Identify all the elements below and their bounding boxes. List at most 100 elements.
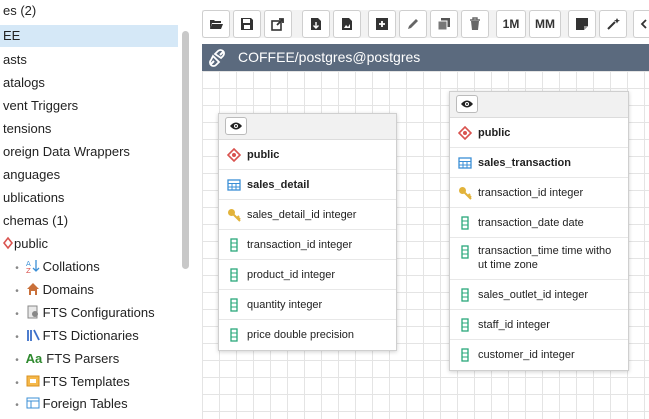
column-icon — [461, 317, 469, 332]
erd-column-label: price double precision — [247, 329, 355, 341]
erd-column-label: sales_outlet_id integer — [478, 288, 589, 301]
erd-schema-row: public — [450, 118, 628, 148]
tree-item-extensions-count[interactable]: es (2) — [3, 0, 36, 22]
tree-item-foreign-tables[interactable]: • Foreign Tables — [12, 393, 127, 415]
erd-column-label: transaction_id integer — [478, 186, 584, 199]
erd-column-row[interactable]: transaction_id integer — [219, 230, 396, 260]
tree-bullet-icon: • — [15, 378, 19, 389]
add-table-button[interactable] — [368, 10, 396, 38]
svg-text:Z: Z — [26, 267, 31, 273]
erd-table-sales-detail[interactable]: public sales_detail sales_detail_id inte… — [218, 113, 397, 351]
edit-table-button[interactable] — [399, 10, 427, 38]
download-image-icon — [342, 18, 352, 30]
delete-button[interactable] — [461, 10, 489, 38]
tree-item-casts[interactable]: asts — [3, 49, 27, 71]
save-icon — [241, 18, 253, 30]
save-as-icon — [271, 18, 284, 31]
erd-column-row[interactable]: sales_outlet_id integer — [450, 280, 628, 310]
chevron-left-icon — [640, 19, 647, 29]
erd-column-label: transaction_id integer — [247, 238, 353, 251]
tree-item-publications[interactable]: ublications — [3, 187, 64, 209]
fts-dictionary-icon — [26, 329, 40, 341]
erd-column-row[interactable]: sales_detail_id integer — [219, 200, 396, 230]
erd-schema-name: public — [478, 126, 511, 139]
tree-item-fts-parsers[interactable]: • Aa FTS Parsers — [12, 348, 119, 370]
collation-icon: AZ — [26, 260, 40, 273]
tree-bullet-icon: • — [15, 332, 19, 343]
erd-table-name-row: sales_transaction — [450, 148, 628, 178]
tree-bullet-icon: • — [15, 263, 19, 274]
erd-table-header[interactable] — [450, 92, 628, 118]
foreign-table-icon — [26, 397, 40, 409]
tree-bullet-icon: • — [15, 286, 19, 297]
erd-column-label: transaction_date date — [478, 216, 584, 229]
erd-column-row[interactable]: product_id integer — [219, 260, 396, 290]
tree-bullet-icon: • — [15, 400, 19, 411]
column-icon — [461, 245, 469, 259]
column-icon — [230, 237, 238, 252]
download-image-button[interactable] — [333, 10, 361, 38]
column-icon — [461, 348, 469, 362]
tree-item-extensions[interactable]: tensions — [3, 118, 51, 140]
erd-schema-row: public — [219, 140, 396, 170]
auto-align-button[interactable] — [599, 10, 627, 38]
erd-table-header[interactable] — [219, 114, 396, 140]
connection-title: COFFEE/postgres@postgres — [238, 49, 421, 65]
fts-template-icon — [26, 375, 40, 387]
erd-schema-name: public — [247, 148, 280, 161]
toggle-details-button[interactable] — [225, 117, 247, 135]
tree-item-collations[interactable]: • A Z Collations — [12, 256, 99, 278]
schema-icon — [458, 125, 472, 140]
magic-wand-icon — [607, 18, 620, 30]
eye-icon — [461, 100, 473, 108]
erd-column-label: customer_id integer — [478, 349, 575, 361]
tree-item-schemas[interactable]: chemas (1) — [3, 210, 68, 232]
save-as-button[interactable] — [264, 10, 292, 38]
add-note-button[interactable] — [568, 10, 596, 38]
erd-column-row[interactable]: staff_id integer — [450, 310, 628, 340]
erd-table-name-row: sales_detail — [219, 170, 396, 200]
save-button[interactable] — [233, 10, 261, 38]
erd-column-label: sales_detail_id integer — [247, 208, 357, 221]
column-icon — [461, 215, 469, 230]
fts-parser-icon: Aa — [25, 351, 43, 366]
open-file-button[interactable] — [202, 10, 230, 38]
tree-item-event-triggers[interactable]: vent Triggers — [3, 95, 78, 117]
tree-item-languages[interactable]: anguages — [3, 164, 60, 186]
erd-column-row[interactable]: transaction_id integer — [450, 178, 628, 208]
erd-table-name: sales_transaction — [478, 156, 571, 169]
erd-toolbar: 1M MM — [202, 10, 649, 38]
table-icon — [227, 178, 241, 191]
clone-table-button[interactable] — [430, 10, 458, 38]
toggle-details-button[interactable] — [456, 95, 478, 113]
tree-item-fts-dictionaries[interactable]: • FTS Dictionaries — [12, 325, 138, 347]
export-sql-button[interactable] — [302, 10, 330, 38]
note-icon — [576, 18, 588, 30]
tree-item-schema-public[interactable]: public — [3, 233, 48, 255]
erd-table-sales-transaction[interactable]: public sales_transaction transaction_id … — [449, 91, 629, 371]
tree-item-fts-configurations[interactable]: • FTS Configurations — [12, 302, 154, 324]
tree-item-database-coffee[interactable]: EE — [0, 25, 178, 47]
table-icon — [458, 156, 472, 169]
erd-column-row[interactable]: transaction_time time witho ut time zone — [450, 238, 628, 280]
erd-column-row[interactable]: customer_id integer — [450, 340, 628, 370]
add-table-icon — [376, 18, 388, 30]
column-icon — [230, 267, 238, 282]
sidebar-scrollbar[interactable] — [182, 31, 189, 269]
tree-item-domains[interactable]: • Domains — [12, 279, 94, 301]
tree-item-catalogs[interactable]: atalogs — [3, 72, 45, 94]
fts-config-icon — [27, 305, 38, 319]
many-to-many-button[interactable]: MM — [529, 10, 561, 38]
trash-icon — [470, 17, 480, 30]
more-tools-button[interactable] — [633, 10, 649, 38]
connection-icon — [209, 49, 225, 67]
tree-item-foreign-data-wrappers[interactable]: oreign Data Wrappers — [3, 141, 130, 163]
tree-item-fts-templates[interactable]: • FTS Templates — [12, 371, 130, 393]
erd-column-row[interactable]: transaction_date date — [450, 208, 628, 238]
erd-column-row[interactable]: price double precision — [219, 320, 396, 350]
tree-bullet-icon: • — [15, 309, 19, 320]
one-to-many-button[interactable]: 1M — [496, 10, 526, 38]
erd-column-row[interactable]: quantity integer — [219, 290, 396, 320]
erd-column-label: quantity integer — [247, 298, 323, 311]
clone-icon — [437, 18, 450, 31]
